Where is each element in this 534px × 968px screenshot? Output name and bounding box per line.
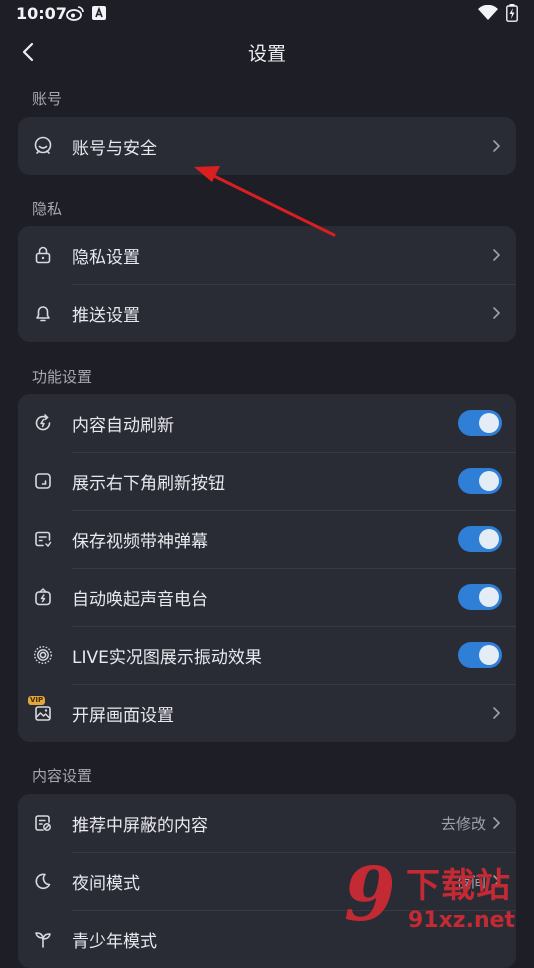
lock-icon [35,246,51,264]
chevron-right-icon [493,817,501,829]
live-photo-icon [33,645,53,665]
refresh-button-toggle[interactable] [458,468,502,494]
status-bar: 10:07 [0,0,534,28]
font-a-icon [92,6,106,20]
refresh-icon [35,414,51,431]
chevron-right-icon [493,140,501,152]
chevron-right-icon [493,249,501,261]
row-account-security[interactable]: 账号与安全 [18,117,516,175]
wifi-icon [478,5,498,20]
row-label: 推送设置 [72,305,140,326]
moon-icon [35,873,51,890]
watermark-number: 9 [344,852,396,938]
live-photo-toggle[interactable] [458,642,502,668]
vip-badge: VIP [28,696,46,705]
row-value: 去修改 [440,814,486,833]
corner-button-icon [35,473,51,489]
row-label: 展示右下角刷新按钮 [72,473,225,494]
weibo-icon [66,6,84,21]
bell-icon [36,306,50,322]
radio-icon [35,588,51,606]
features-card: 内容自动刷新 展示右下角刷新按钮 保存视频带神弹幕 自动唤起声音电台 LIVE实… [18,394,516,742]
page-title: 设置 [247,43,286,65]
row-auto-refresh: 内容自动刷新 [18,394,516,452]
row-label: 保存视频带神弹幕 [72,531,208,552]
row-save-danmaku: 保存视频带神弹幕 [18,510,516,568]
row-blocked-content[interactable]: 推荐中屏蔽的内容 去修改 [18,794,516,852]
section-label-content: 内容设置 [32,767,93,785]
voice-radio-toggle[interactable] [458,584,502,610]
row-label: 内容自动刷新 [72,415,174,436]
chevron-right-icon [493,707,501,719]
account-face-icon [34,136,52,154]
section-label-account: 账号 [32,90,63,108]
row-label: 账号与安全 [72,138,157,159]
watermark-logo: 9 下载站 91xz.net [344,850,534,950]
row-voice-radio: 自动唤起声音电台 [18,568,516,626]
row-label: LIVE实况图展示振动效果 [72,647,262,668]
row-privacy-settings[interactable]: 隐私设置 [18,226,516,284]
row-label: 自动唤起声音电台 [72,589,208,610]
row-refresh-button: 展示右下角刷新按钮 [18,452,516,510]
battery-icon [506,4,518,22]
save-danmaku-toggle[interactable] [458,526,502,552]
account-card: 账号与安全 [18,117,516,175]
row-label: 推荐中屏蔽的内容 [72,815,208,836]
blocked-content-icon [35,815,51,831]
image-icon [35,706,51,721]
row-label: 开屏画面设置 [72,705,174,726]
auto-refresh-toggle[interactable] [458,410,502,436]
video-danmaku-icon [35,531,52,548]
row-label: 青少年模式 [72,931,157,952]
chevron-right-icon [493,307,501,319]
watermark-domain: 91xz.net [408,908,516,933]
row-splash-settings[interactable]: VIP 开屏画面设置 [18,684,516,742]
status-time: 10:07 [16,4,67,23]
watermark-brand: 下载站 [406,866,511,906]
row-live-photo-vibration: LIVE实况图展示振动效果 [18,626,516,684]
privacy-card: 隐私设置 推送设置 [18,226,516,342]
nav-bar: 设置 [0,28,534,76]
section-label-privacy: 隐私 [32,200,63,218]
row-push-settings[interactable]: 推送设置 [18,284,516,342]
row-label: 夜间模式 [72,873,140,894]
section-label-features: 功能设置 [32,368,93,386]
row-label: 隐私设置 [72,247,140,268]
sprout-icon [35,932,51,948]
